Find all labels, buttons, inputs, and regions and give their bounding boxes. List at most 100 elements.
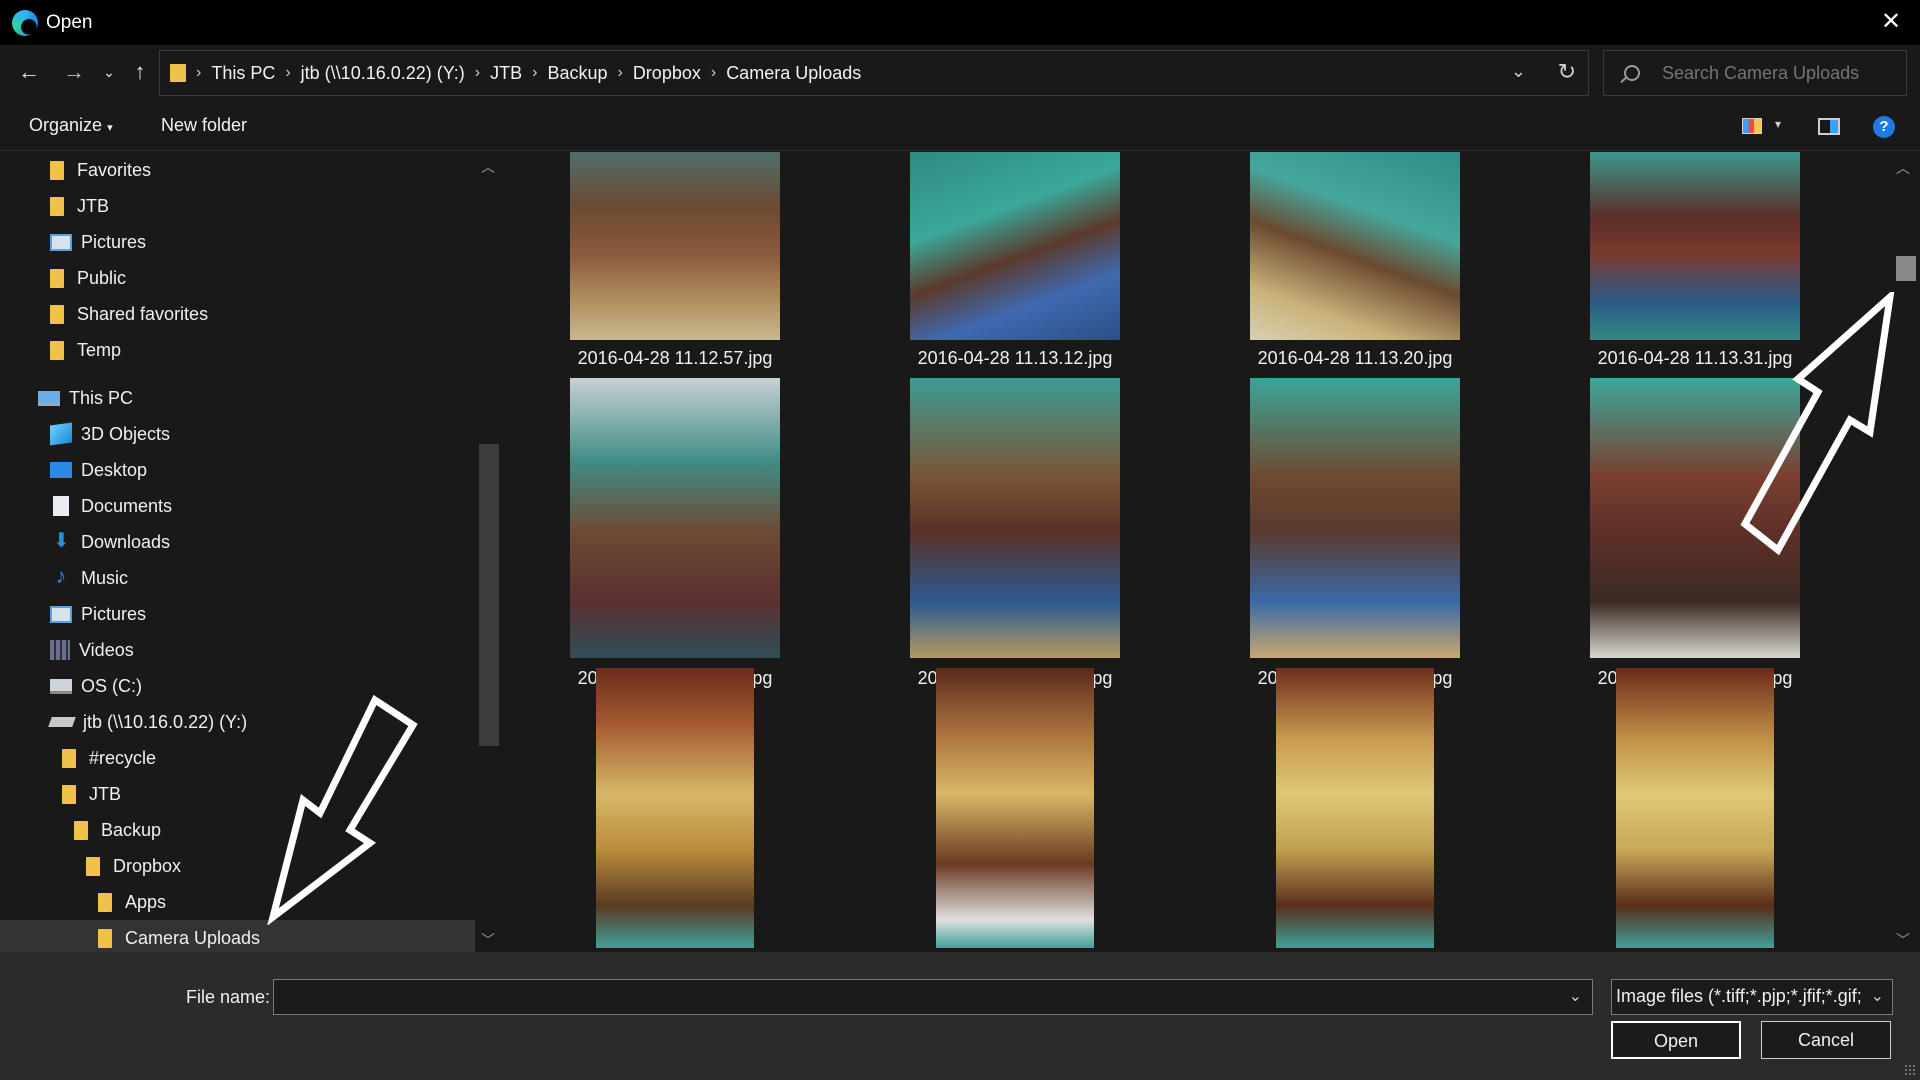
folder-icon <box>62 784 76 804</box>
image-thumbnail <box>570 152 780 340</box>
sidebar-item-favorites[interactable]: Favorites <box>0 152 475 188</box>
sidebar-item-jtb[interactable]: JTB <box>0 776 475 812</box>
breadcrumb-network-drive[interactable]: jtb (\\10.16.0.22) (Y:) <box>301 63 465 84</box>
downloads-icon: ⬇ <box>53 530 70 552</box>
breadcrumb-jtb[interactable]: JTB <box>490 63 522 84</box>
sidebar-item-desktop[interactable]: Desktop <box>0 452 475 488</box>
resize-grip-icon[interactable] <box>1904 1064 1916 1076</box>
up-arrow-icon[interactable]: ↑ <box>125 57 155 87</box>
sidebar-item-documents[interactable]: Documents <box>0 488 475 524</box>
chevron-down-icon[interactable]: ⌄ <box>1569 986 1582 1006</box>
sidebar-item-label: JTB <box>77 195 110 216</box>
sidebar-item-label: Documents <box>81 495 173 516</box>
image-thumbnail <box>1276 668 1434 948</box>
folder-icon <box>50 196 64 216</box>
file-thumbnail-item[interactable]: 2016-04-28 11.13.42.jpg <box>505 378 845 688</box>
sidebar-item-dropbox[interactable]: Dropbox <box>0 848 475 884</box>
open-button[interactable]: Open <box>1611 1021 1741 1059</box>
recent-locations-chevron-icon[interactable]: ⌄ <box>94 57 124 87</box>
chevron-down-icon: ▾ <box>107 122 113 134</box>
new-folder-button[interactable]: New folder <box>161 115 247 136</box>
folder-icon <box>50 304 64 324</box>
sidebar-item-camera-uploads[interactable]: Camera Uploads <box>0 920 475 952</box>
scroll-up-chevron-icon[interactable]: ︿ <box>1896 158 1910 178</box>
search-box[interactable] <box>1603 50 1907 96</box>
window-title: Open <box>46 11 93 33</box>
file-thumbnail-item[interactable]: 2016-04-28 11.13.57.jpg <box>1185 378 1525 688</box>
navigation-pane: Favorites JTB Pictures Public Shared favorit… <box>0 152 475 952</box>
sidebar-item-videos[interactable]: Videos <box>0 632 475 668</box>
refresh-icon[interactable]: ↻ <box>1558 59 1576 85</box>
sidebar-item-apps[interactable]: Apps <box>0 884 475 920</box>
folder-icon <box>62 748 76 768</box>
file-name-field[interactable]: ⌄ <box>273 979 1593 1015</box>
music-icon: ♪ <box>55 565 67 588</box>
back-arrow-icon[interactable]: ← <box>14 57 44 87</box>
file-thumbnail-item[interactable]: 2016-04-28 11.35.40.jpg <box>1185 668 1525 948</box>
address-bar[interactable]: › This PC › jtb (\\10.16.0.22) (Y:) › JT… <box>159 50 1589 96</box>
sidebar-item-label: Public <box>77 267 127 288</box>
sidebar-item-label: Pictures <box>81 231 147 252</box>
pictures-icon <box>50 233 72 251</box>
sidebar-item-public[interactable]: Public <box>0 260 475 296</box>
3d-objects-icon <box>50 422 72 446</box>
cancel-button[interactable]: Cancel <box>1761 1021 1891 1059</box>
file-type-filter-value: Image files (*.tiff;*.pjp;*.jfif;*.gif; <box>1616 986 1862 1006</box>
change-view-icon[interactable] <box>1742 118 1762 134</box>
sidebar-item-label: This PC <box>69 387 134 408</box>
breadcrumb-backup[interactable]: Backup <box>547 63 607 84</box>
edge-browser-icon <box>12 9 38 36</box>
sidebar-item-shared-favorites[interactable]: Shared favorites <box>0 296 475 332</box>
sidebar-item-pictures[interactable]: Pictures <box>0 596 475 632</box>
sidebar-item-label: jtb (\\10.16.0.22) (Y:) <box>83 711 248 732</box>
preview-pane-icon[interactable] <box>1818 118 1840 135</box>
sidebar-item-3d-objects[interactable]: 3D Objects <box>0 416 475 452</box>
breadcrumb-camera-uploads[interactable]: Camera Uploads <box>726 63 861 84</box>
image-thumbnail <box>596 668 754 948</box>
file-thumbnail-item[interactable]: 2016-04-28 11.13.49.jpg <box>845 378 1185 688</box>
view-options-chevron-icon[interactable]: ▾ <box>1775 117 1781 131</box>
folder-icon <box>86 856 100 876</box>
close-button[interactable]: ✕ <box>1876 8 1906 38</box>
sidebar-item-music[interactable]: ♪ Music <box>0 560 475 596</box>
sidebar-item-this-pc[interactable]: This PC <box>0 380 475 416</box>
sidebar-item-temp[interactable]: Temp <box>0 332 475 368</box>
breadcrumb-this-pc[interactable]: This PC <box>211 63 275 84</box>
file-thumbnail-item[interactable]: 2016-04-28 11.27.43.jpg <box>505 668 845 948</box>
sidebar-item-jtb[interactable]: JTB <box>0 188 475 224</box>
sidebar-scroll-thumb[interactable] <box>479 444 499 746</box>
sidebar-item-backup[interactable]: Backup <box>0 812 475 848</box>
sidebar-item-label: Desktop <box>81 459 148 480</box>
sidebar-item-downloads[interactable]: ⬇ Downloads <box>0 524 475 560</box>
file-type-filter[interactable]: Image files (*.tiff;*.pjp;*.jfif;*.gif; … <box>1611 979 1893 1015</box>
sidebar-item-pictures[interactable]: Pictures <box>0 224 475 260</box>
address-dropdown-chevron-icon[interactable]: ⌄ <box>1511 61 1526 82</box>
file-thumbnail-item[interactable]: 2016-04-28 11.35.52.jpg <box>1525 668 1865 948</box>
sidebar-item-label: Dropbox <box>113 855 182 876</box>
file-name-caption: 2016-04-28 11.13.12.jpg <box>917 348 1113 368</box>
sidebar-item-os-c[interactable]: OS (C:) <box>0 668 475 704</box>
sidebar-item-label: Temp <box>77 339 122 360</box>
forward-arrow-icon[interactable]: → <box>59 57 89 87</box>
sidebar-item-label: Pictures <box>81 603 147 624</box>
sidebar-item-recycle[interactable]: #recycle <box>0 740 475 776</box>
scroll-down-chevron-icon[interactable]: ﹀ <box>481 930 495 950</box>
image-thumbnail <box>910 152 1120 340</box>
search-input[interactable] <box>1662 62 1902 84</box>
file-thumbnail-item[interactable]: 2016-04-28 11.27.51.jpg <box>845 668 1185 948</box>
file-list-scroll-thumb[interactable] <box>1896 256 1916 281</box>
sidebar-item-jtb-10-16-0-22-y[interactable]: jtb (\\10.16.0.22) (Y:) <box>0 704 475 740</box>
folder-icon <box>50 268 64 288</box>
help-icon[interactable]: ? <box>1873 116 1895 138</box>
file-name-label: File name: <box>186 987 271 1007</box>
sidebar-item-label: Backup <box>101 819 162 840</box>
folder-icon <box>74 820 88 840</box>
videos-icon <box>50 640 70 660</box>
organize-button[interactable]: Organize ▾ <box>29 115 113 136</box>
breadcrumb-dropbox[interactable]: Dropbox <box>633 63 701 84</box>
file-name-input[interactable] <box>274 980 1554 1014</box>
folder-icon <box>98 928 112 948</box>
scroll-down-chevron-icon[interactable]: ﹀ <box>1896 930 1910 950</box>
file-thumbnail-item[interactable]: 2016-04-28 11.14.03.jpg <box>1525 378 1865 688</box>
scroll-up-chevron-icon[interactable]: ︿ <box>481 157 495 177</box>
